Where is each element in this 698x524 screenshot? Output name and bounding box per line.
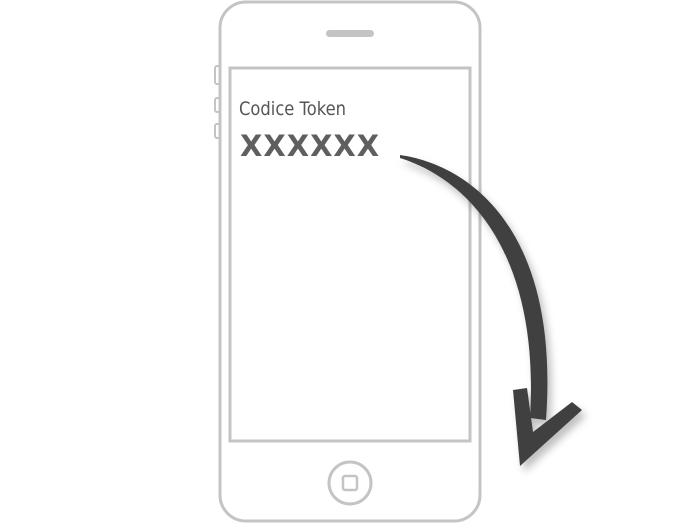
phone-illustration: [214, 0, 582, 523]
home-button-icon: [327, 460, 373, 506]
speaker-slot-icon: [326, 30, 374, 37]
phone-screen: [228, 66, 472, 443]
token-code-value: XXXXXX: [240, 129, 381, 163]
token-code-label: Codice Token: [239, 98, 347, 120]
